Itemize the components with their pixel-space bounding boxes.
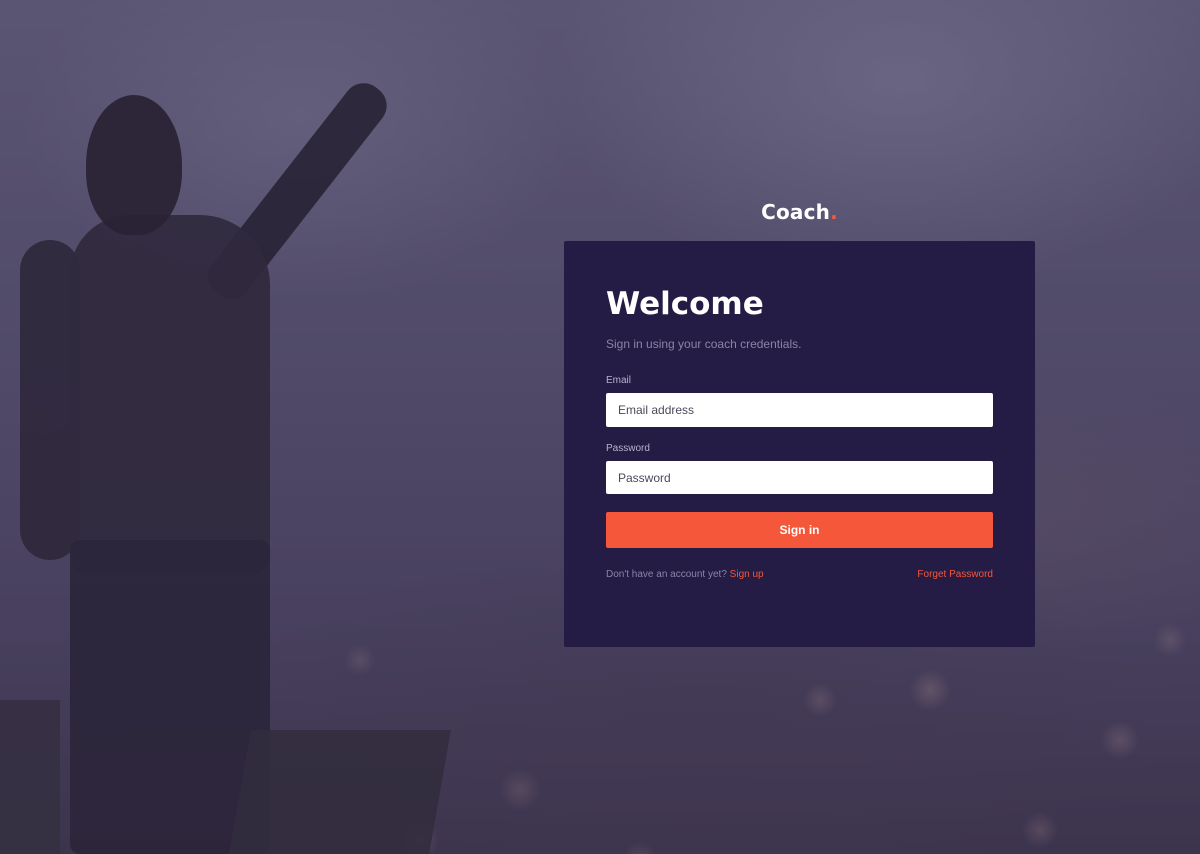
email-label: Email (606, 375, 632, 386)
sign-up-link[interactable]: Sign up (730, 569, 764, 580)
page-title: Welcome (606, 286, 764, 322)
password-label: Password (606, 443, 650, 454)
sign-in-button[interactable]: Sign in (606, 512, 993, 548)
login-subtitle: Sign in using your coach credentials. (606, 337, 802, 351)
brand-logo: Coach. (564, 200, 1035, 224)
brand-name: Coach (761, 200, 831, 224)
login-card: Welcome Sign in using your coach credent… (564, 241, 1035, 647)
email-field[interactable] (606, 393, 993, 427)
signup-prompt: Don't have an account yet? Sign up (606, 569, 764, 580)
no-account-text: Don't have an account yet? (606, 569, 727, 580)
login-footer: Don't have an account yet? Sign up Forge… (606, 569, 993, 580)
password-field[interactable] (606, 461, 993, 494)
forgot-password-link[interactable]: Forget Password (917, 569, 993, 580)
brand-dot: . (830, 200, 838, 224)
